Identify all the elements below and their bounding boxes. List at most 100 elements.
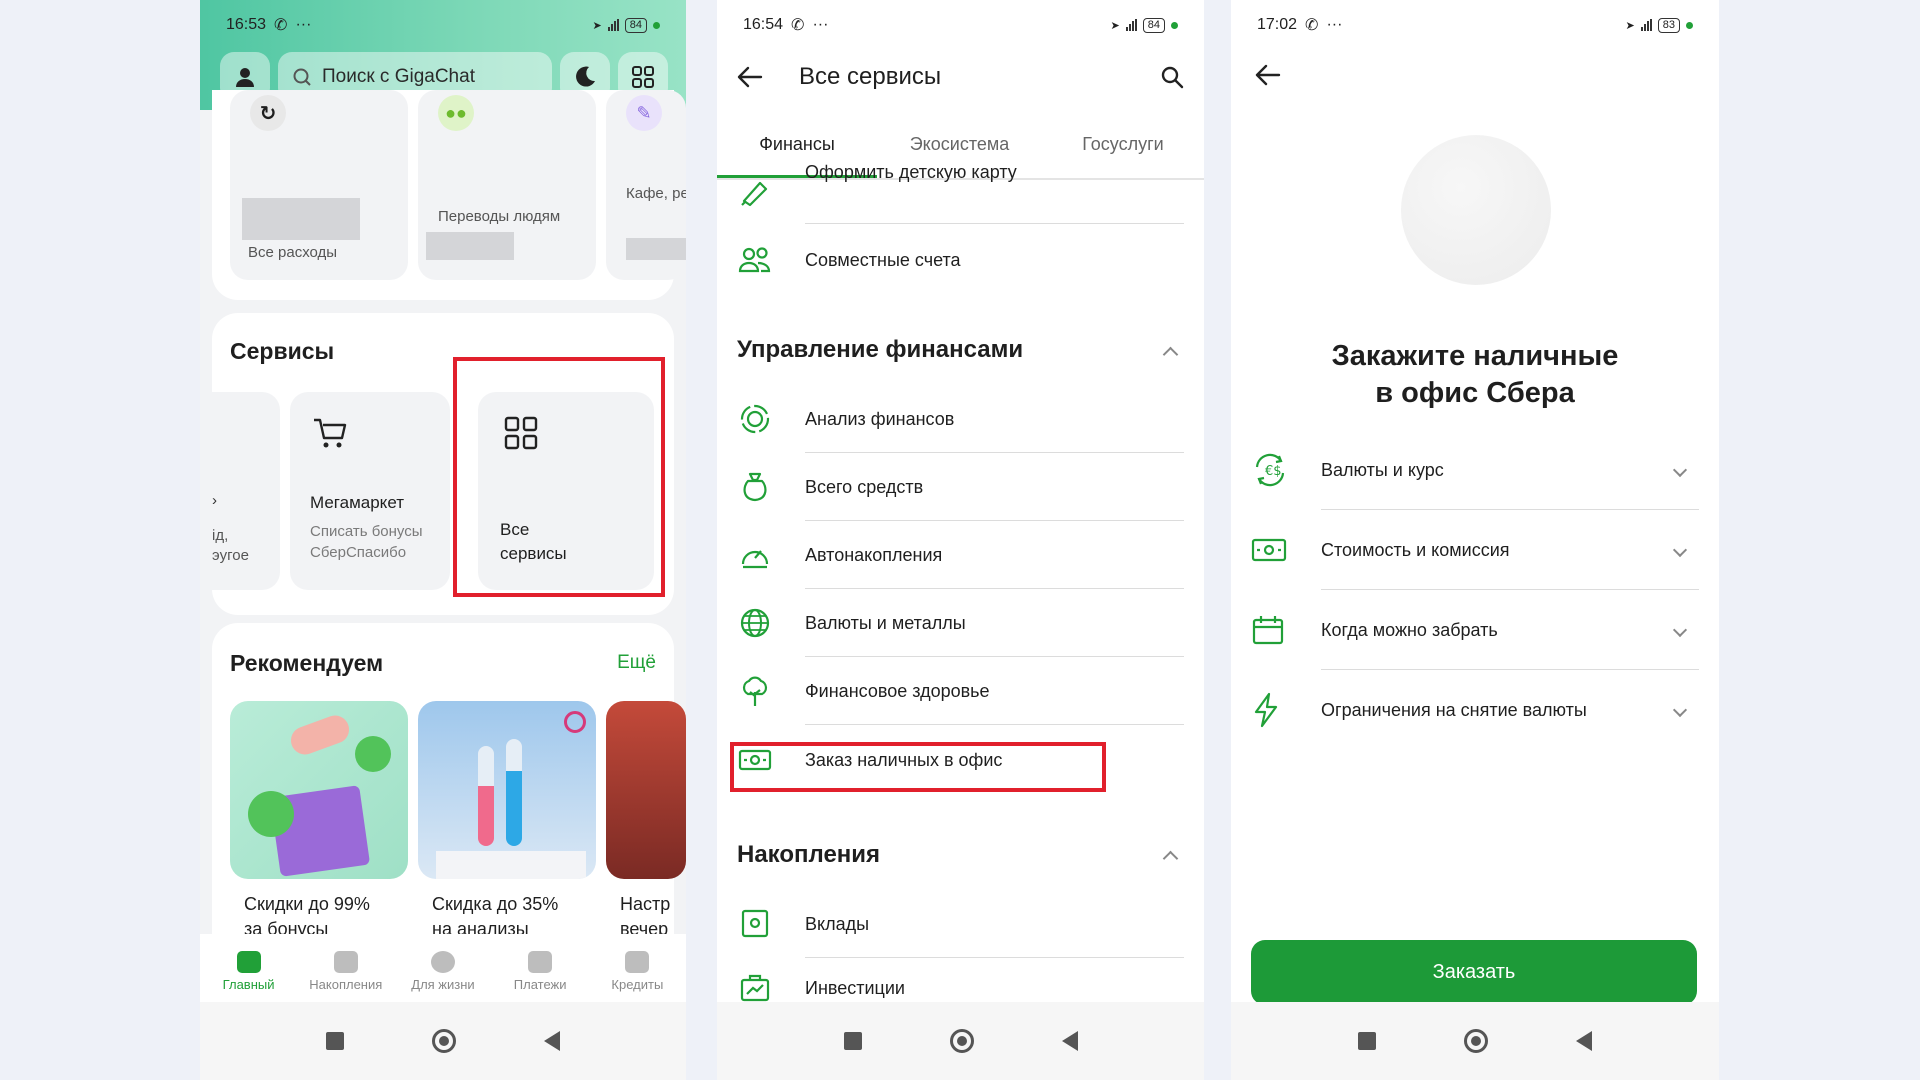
people-icon [735,240,775,280]
green-dot-icon [653,21,660,29]
accordion-item[interactable]: Стоимость и комиссия [1251,510,1699,590]
group-title: Накопления [737,841,881,868]
list-item[interactable]: Оформить детскую карту [735,158,1184,226]
tab-label: Для жизни [411,976,475,992]
recents-icon[interactable] [1358,1032,1376,1050]
promo-evening[interactable] [606,701,686,879]
list-item-label: Анализ финансов [805,408,955,429]
status-time: 16:53 [226,16,267,33]
group-title: Управление финансами [737,336,1024,363]
page-title: Закажите наличные в офис Сбера [1231,338,1719,412]
back-triangle-icon[interactable] [1576,1031,1592,1051]
accordion-item[interactable]: Ограничения на снятие валюты [1251,670,1699,750]
placeholder-block [242,198,360,240]
location-icon: ➤ [1110,19,1120,32]
more-dots-icon: ··· [295,16,312,33]
location-icon: ➤ [592,19,602,32]
tab-label: Кредиты [611,976,664,992]
divider [805,724,1184,725]
transfer-icon [528,950,553,973]
whatsapp-icon: ✆ [791,17,805,34]
plus-badge-icon [564,711,586,733]
banknote-icon [1251,538,1287,562]
title-line: в офис Сбера [1375,377,1575,409]
status-time: 17:02 [1257,16,1298,33]
list-item-label: Инвестиции [805,977,905,998]
recents-icon[interactable] [843,1032,862,1050]
tab-credits[interactable]: Кредиты [592,950,682,992]
tab-label: Накопления [309,976,383,992]
back-triangle-icon[interactable] [544,1031,560,1051]
divider [805,223,1184,224]
back-triangle-icon[interactable] [1061,1031,1078,1051]
list-item[interactable]: Валюты и металлы [735,589,1184,657]
collapse-chevron-icon[interactable] [1162,346,1179,363]
lightning-icon [1254,692,1278,728]
system-nav-bar [200,1002,686,1080]
list-item[interactable]: Всего средств [735,453,1184,521]
test-tube-icon [478,746,494,846]
accordion-label: Валюты и курс [1321,459,1444,480]
order-button[interactable]: Заказать [1251,940,1697,1005]
tab-life[interactable]: Для жизни [398,950,488,992]
stand-shape [436,851,586,879]
safe-icon [735,904,775,944]
people-icon: ●● [438,95,474,131]
back-button[interactable] [1255,64,1281,91]
list-item[interactable]: Финансовое здоровье [735,657,1184,725]
chevron-down-icon [1672,462,1688,478]
globe-icon [735,603,775,643]
more-dots-icon: ··· [1326,16,1343,33]
card-child-icon [735,172,775,212]
promo-bonuses[interactable] [230,701,408,879]
tile-label: Переводы людям [438,208,561,225]
promo-text: Скидки до 99% [244,894,370,914]
green-dot-icon [1686,21,1693,29]
tab-savings[interactable]: Накопления [301,950,391,992]
tile-transfers[interactable]: ●● Переводы людям [418,90,596,280]
home-circle-icon[interactable] [432,1029,456,1053]
back-arrow-icon[interactable] [737,66,763,88]
home-circle-icon[interactable] [1464,1029,1488,1053]
list-item[interactable]: Автонакопления [735,521,1184,589]
service-tile-megamarket[interactable]: Мегамаркет Списать бонусы СберСпасибо [290,392,450,590]
tab-label: Главный [222,976,275,992]
battery-level: 83 [1657,17,1680,33]
tile-text: эугое [212,547,249,564]
home-circle-icon[interactable] [949,1029,974,1053]
chevron-down-icon [1672,622,1688,638]
list-item-label: Финансовое здоровье [805,680,990,701]
green-dot-icon [1171,21,1178,29]
promo-text: Скидка до 35% [432,894,559,914]
tile-all-expenses[interactable]: ↻ Все расходы [230,90,408,280]
list-item[interactable]: Совместные счета [735,226,1184,294]
page-title: Все сервисы [799,63,942,90]
chevron-down-icon [1672,542,1688,558]
recents-icon[interactable] [326,1032,344,1050]
accordion-item[interactable]: Когда можно забрать [1251,590,1699,670]
back-arrow-icon [1255,64,1281,86]
coin-icon [355,736,391,772]
recommend-title: Рекомендуем [230,650,384,676]
more-link[interactable]: Ещё [617,652,656,674]
moon-icon [576,66,595,87]
list-item[interactable]: Анализ финансов [735,385,1184,453]
accordion-item[interactable]: €$ Валюты и курс [1251,430,1699,510]
fork-knife-icon: ✎ [626,95,662,131]
tile-text: ід, [212,527,229,544]
tab-payments[interactable]: Платежи [495,950,585,992]
tab-main[interactable]: Главный [204,950,294,992]
megamarket-subtitle: Списать бонусы СберСпасибо [310,523,423,561]
megamarket-title: Мегамаркет [310,493,404,512]
coin-icon [248,791,294,837]
tile-label: Кафе, ресторан [626,185,686,202]
wallet-icon [625,950,650,973]
search-icon[interactable] [1160,65,1184,89]
list-item[interactable]: Вклады [735,890,1184,958]
service-tile-partial[interactable]: › ід, эугое [212,392,280,590]
bottom-tab-bar: Главный Накопления Для жизни Платежи Кре… [200,934,686,1002]
tile-cafe[interactable]: ✎ Кафе, ресторан [606,90,686,280]
promo-analyses[interactable] [418,701,596,879]
tree-icon [735,671,775,711]
collapse-chevron-icon[interactable] [1162,850,1179,867]
